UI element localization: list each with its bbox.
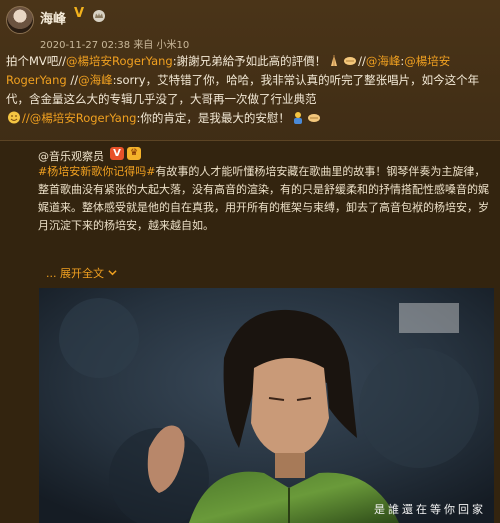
pray-emoji-icon [327, 54, 341, 67]
fan-badge-icon: ♛ [127, 147, 141, 160]
repost-photo[interactable]: 是誰還在等你回家 [39, 288, 494, 523]
verified-badge-icon: V [74, 6, 85, 21]
post-text: // [66, 73, 79, 87]
expand-full-text-link[interactable]: ... 展开全文 [46, 265, 117, 281]
post-text: :謝謝兄弟給予如此高的評價！ [172, 54, 327, 68]
person-emoji-icon [291, 111, 305, 124]
expand-label: ... 展开全文 [46, 267, 104, 280]
mention-link[interactable]: //@楊培安RogerYang [22, 111, 136, 125]
photo-caption: 是誰還在等你回家 [374, 503, 486, 516]
post-source: 来自 小米10 [133, 40, 190, 51]
handshake-emoji-icon [343, 54, 357, 67]
verified-v-icon: V [110, 147, 124, 160]
repost-author[interactable]: @音乐观察员 [38, 148, 104, 164]
avatar[interactable] [6, 6, 34, 34]
post-text: 拍个MV吧// [6, 54, 67, 68]
grin-emoji-icon [7, 111, 21, 124]
crown-icon [92, 8, 106, 22]
post-text: // [358, 54, 366, 68]
repost-block[interactable]: @音乐观察员 V ♛ #杨培安新歌你记得吗#有故事的人才能听懂杨培安藏在歌曲里的… [0, 141, 500, 523]
post-header: 海峰 V 2020-11-27 02:38 来自 小米10 [6, 6, 486, 51]
singer-photo-illustration [39, 288, 494, 523]
timestamp[interactable]: 2020-11-27 02:38 [40, 40, 130, 51]
handshake-emoji-icon [307, 111, 321, 124]
hashtag-link[interactable]: #杨培安新歌你记得吗# [38, 165, 155, 178]
mention-link[interactable]: @海峰 [366, 54, 401, 68]
weibo-post-card: 海峰 V 2020-11-27 02:38 来自 小米10 拍个MV吧//@楊培… [0, 0, 500, 523]
repost-text: #杨培安新歌你记得吗#有故事的人才能听懂杨培安藏在歌曲里的故事！钢琴伴奏为主旋律… [38, 163, 494, 235]
user-name[interactable]: 海峰 [40, 8, 66, 27]
post-meta: 2020-11-27 02:38 来自 小米10 [40, 36, 189, 51]
chevron-down-icon [107, 270, 117, 276]
post-text: :你的肯定，是我最大的安慰！ [136, 111, 290, 125]
mention-link[interactable]: @楊培安RogerYang [66, 54, 173, 68]
mention-link[interactable]: @海峰 [78, 73, 113, 87]
post-body: 拍个MV吧//@楊培安RogerYang:謝謝兄弟給予如此高的評價！//@海峰:… [6, 52, 494, 128]
